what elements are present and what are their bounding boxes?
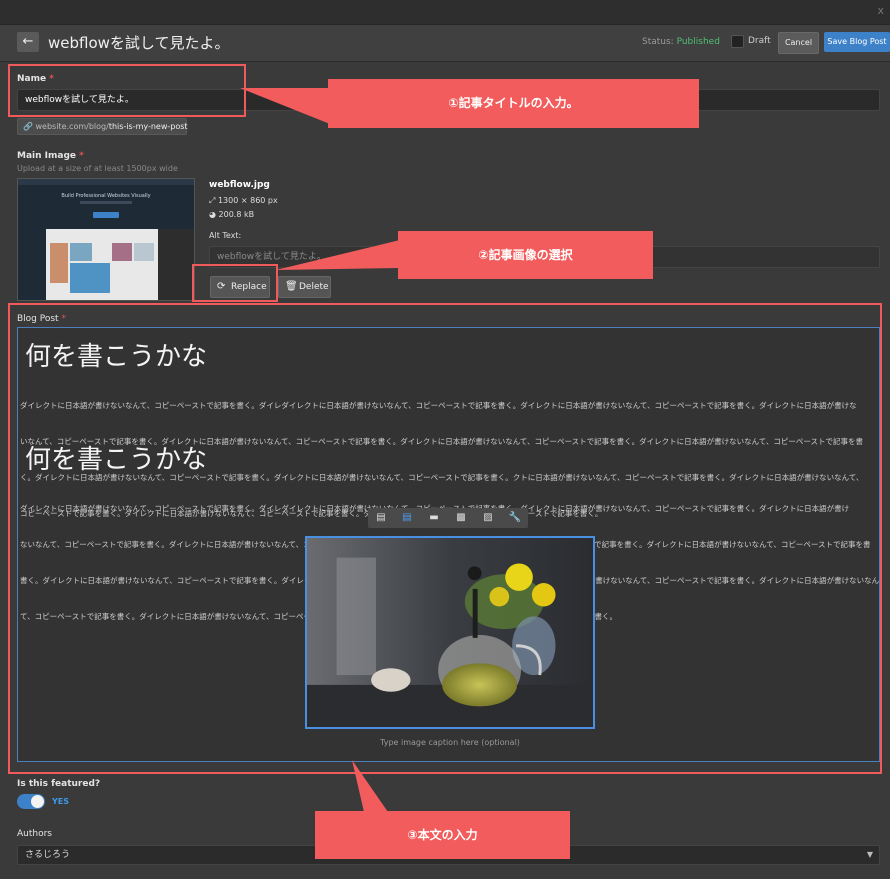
toggle-knob bbox=[31, 795, 44, 808]
thumb-block bbox=[70, 243, 92, 261]
annotation-callout-3: ③本文の入力 bbox=[315, 811, 570, 859]
annotation-arrow-3 bbox=[352, 760, 388, 812]
status-label: Status: bbox=[642, 37, 677, 47]
image-dimensions: 1300 × 860 px bbox=[217, 196, 278, 205]
thumb-screenshot bbox=[46, 229, 194, 300]
window-top-strip bbox=[0, 0, 890, 25]
thumb-headline: Build Professional Websites Visually bbox=[61, 193, 151, 199]
image-filesize: 200.8 kB bbox=[218, 210, 255, 219]
image-dimensions-row: ⤢ 1300 × 860 px bbox=[209, 196, 278, 206]
annotation-box-body bbox=[8, 303, 882, 774]
main-image-thumbnail[interactable]: Build Professional Websites Visually bbox=[17, 178, 195, 301]
thumb-subline bbox=[80, 201, 132, 204]
back-button[interactable]: ← bbox=[17, 32, 39, 52]
draft-label[interactable]: Draft bbox=[748, 36, 771, 46]
thumb-block bbox=[50, 243, 68, 283]
editor-header: ← webflowを試して見たよ。 Status: Published Draf… bbox=[0, 25, 890, 62]
annotation-arrow-1 bbox=[240, 88, 330, 124]
main-image-label-text: Main Image bbox=[17, 151, 77, 161]
cancel-button[interactable]: Cancel bbox=[778, 32, 819, 54]
dashboard-icon: ◕ bbox=[209, 210, 216, 219]
annotation-arrow-2 bbox=[276, 240, 400, 270]
page-title: webflowを試して見たよ。 bbox=[48, 34, 230, 52]
window-close-icon[interactable]: x bbox=[877, 4, 884, 17]
status-value: Published bbox=[676, 37, 720, 47]
slug-field[interactable]: 🔗 website.com/blog/this-is-my-new-post bbox=[17, 118, 188, 135]
slug-prefix: website.com/blog/ bbox=[35, 122, 109, 131]
featured-toggle[interactable] bbox=[17, 794, 45, 809]
annotation-callout-1: ①記事タイトルの入力。 bbox=[328, 79, 699, 128]
main-image-label: Main Image * bbox=[17, 151, 84, 161]
image-filesize-row: ◕ 200.8 kB bbox=[209, 210, 254, 219]
annotation-box-title bbox=[8, 64, 246, 117]
delete-button[interactable]: 🗑 Delete bbox=[278, 276, 331, 298]
delete-label: Delete bbox=[299, 282, 329, 292]
featured-label: Is this featured? bbox=[17, 779, 101, 789]
image-filename: webflow.jpg bbox=[209, 180, 270, 190]
slug-value: this-is-my-new-post bbox=[108, 122, 188, 131]
authors-label: Authors bbox=[17, 829, 52, 839]
chevron-down-icon: ▼ bbox=[866, 850, 873, 859]
status-indicator: Status: Published bbox=[642, 37, 720, 47]
thumb-block bbox=[134, 243, 154, 261]
link-icon: 🔗 bbox=[23, 122, 33, 131]
annotation-box-image bbox=[192, 264, 278, 302]
thumb-panel bbox=[158, 229, 194, 300]
featured-toggle-value: YES bbox=[52, 797, 70, 806]
main-image-hint: Upload at a size of at least 1500px wide bbox=[17, 164, 178, 173]
arrow-left-icon: ← bbox=[22, 34, 34, 49]
thumb-block bbox=[112, 243, 132, 261]
trash-icon: 🗑 bbox=[285, 281, 298, 292]
required-marker: * bbox=[79, 151, 84, 161]
draft-checkbox[interactable] bbox=[731, 35, 744, 48]
resize-icon: ⤢ bbox=[209, 196, 216, 205]
annotation-callout-2: ②記事画像の選択 bbox=[398, 231, 653, 279]
authors-selected: さるじろう bbox=[25, 850, 71, 860]
save-blog-post-button[interactable]: Save Blog Post bbox=[824, 32, 890, 52]
thumb-nav bbox=[18, 179, 194, 185]
thumb-cta bbox=[93, 212, 119, 218]
alt-text-label: Alt Text: bbox=[209, 231, 242, 240]
thumb-block bbox=[70, 263, 110, 293]
